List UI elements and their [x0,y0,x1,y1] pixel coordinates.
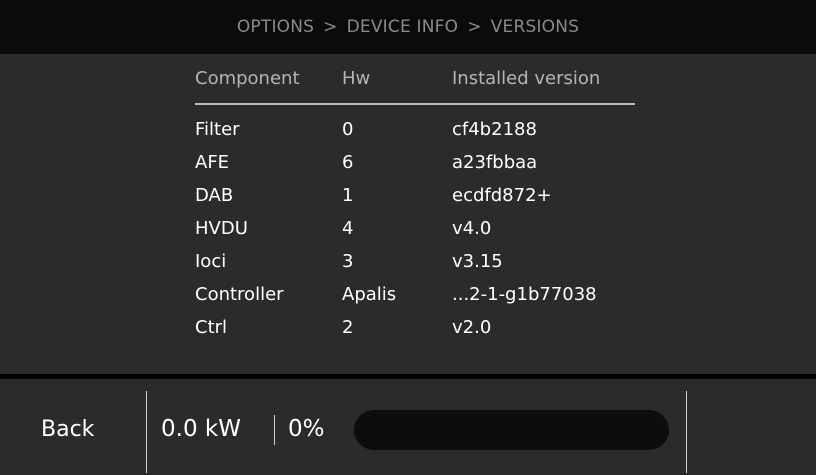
hw-cell: 0 [342,119,354,140]
version-cell: cf4b2188 [452,119,537,140]
status-bar: Back 0.0 kW 0% [0,379,816,475]
component-cell: DAB [195,185,234,206]
footer-separator [146,391,147,473]
component-cell: AFE [195,152,230,173]
component-cell: Filter [195,119,240,140]
versions-panel [0,54,816,374]
column-header-hw: Hw [342,68,371,89]
component-cell: HVDU [195,218,248,239]
breadcrumb-item-options[interactable]: OPTIONS [237,17,314,37]
version-cell: ...2-1-g1b77038 [452,284,597,305]
breadcrumb-separator: > [467,17,482,37]
version-cell: v3.15 [452,251,503,272]
hw-cell: 6 [342,152,354,173]
hw-cell: 2 [342,317,354,338]
breadcrumb-item-versions: VERSIONS [490,17,580,37]
version-cell: a23fbbaa [452,152,538,173]
hw-cell: Apalis [342,284,397,305]
column-header-component: Component [195,68,300,89]
hw-cell: 4 [342,218,354,239]
power-readout: 0.0 kW [161,416,241,442]
version-cell: ecdfd872+ [452,185,552,206]
footer-separator [274,415,275,445]
component-cell: Controller [195,284,284,305]
hw-cell: 1 [342,185,354,206]
component-cell: Ioci [195,251,227,272]
header-divider [195,103,635,105]
breadcrumb: OPTIONS > DEVICE INFO > VERSIONS [0,0,816,54]
footer-separator [686,391,687,473]
component-cell: Ctrl [195,317,228,338]
back-button[interactable]: Back [41,417,94,442]
column-header-installed-version: Installed version [452,68,601,89]
version-cell: v4.0 [452,218,492,239]
breadcrumb-separator: > [323,17,338,37]
hw-cell: 3 [342,251,354,272]
percent-readout: 0% [288,416,325,442]
version-cell: v2.0 [452,317,492,338]
progress-bar [354,410,669,450]
breadcrumb-item-device-info[interactable]: DEVICE INFO [347,17,459,37]
